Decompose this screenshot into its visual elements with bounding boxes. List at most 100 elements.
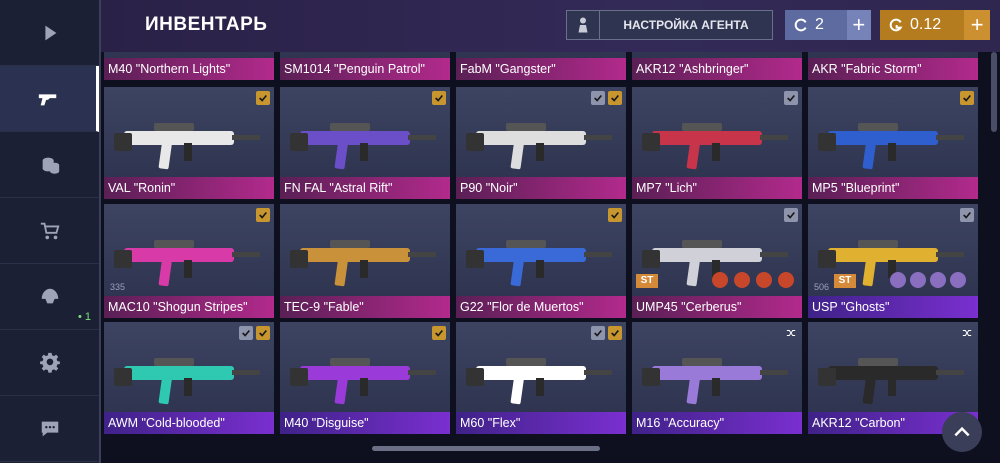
horizontal-scrollbar[interactable] bbox=[372, 446, 600, 451]
weapon-icon bbox=[642, 123, 788, 170]
item-name: TEC-9 "Fable" bbox=[280, 296, 450, 318]
check-icon bbox=[256, 91, 270, 105]
weapon-icon bbox=[290, 358, 436, 405]
item-status-icons bbox=[239, 326, 270, 340]
sidebar-item-shop[interactable] bbox=[0, 198, 99, 264]
scroll-up-button[interactable] bbox=[942, 412, 982, 452]
inventory-item-card[interactable]: AWM "Cold-blooded" bbox=[104, 322, 274, 434]
check-icon bbox=[960, 91, 974, 105]
inventory-item-card[interactable]: UMP45 "Cerberus" ST bbox=[632, 204, 802, 318]
item-name: USP "Ghosts" bbox=[808, 296, 978, 318]
inventory-item-card[interactable]: AKR "Fabric Storm" bbox=[808, 52, 978, 80]
check-icon bbox=[432, 91, 446, 105]
item-image bbox=[280, 322, 450, 412]
inventory-item-card[interactable]: G22 "Flor de Muertos" bbox=[456, 204, 626, 318]
weapon-icon bbox=[642, 358, 788, 405]
item-name: M40 "Northern Lights" bbox=[104, 58, 274, 80]
gun-icon bbox=[38, 93, 57, 105]
inventory-item-card[interactable]: M16 "Accuracy" bbox=[632, 322, 802, 434]
inventory-item-card[interactable]: AKR12 "Ashbringer" bbox=[632, 52, 802, 80]
item-status-icons bbox=[784, 91, 798, 105]
item-count: 506 bbox=[814, 282, 830, 292]
item-image bbox=[456, 87, 626, 177]
inventory-item-card[interactable]: MP5 "Blueprint" bbox=[808, 87, 978, 199]
item-image bbox=[456, 204, 626, 296]
check-icon bbox=[784, 208, 798, 222]
stattrack-badge: ST bbox=[636, 274, 658, 288]
inventory-item-card[interactable]: M60 "Flex" bbox=[456, 322, 626, 434]
sidebar: • 1 bbox=[0, 0, 101, 463]
item-name: FN FAL "Astral Rift" bbox=[280, 177, 450, 199]
item-image bbox=[104, 322, 274, 412]
chat-icon bbox=[41, 421, 58, 436]
weapon-icon bbox=[114, 358, 260, 405]
weapon-icon bbox=[466, 240, 612, 287]
item-status-icons bbox=[608, 208, 622, 222]
check-icon bbox=[960, 208, 974, 222]
item-image bbox=[632, 87, 802, 177]
sticker-icon bbox=[910, 272, 926, 288]
item-status-icons bbox=[256, 208, 270, 222]
sidebar-item-inventory[interactable] bbox=[0, 66, 99, 132]
item-status-icons bbox=[591, 91, 622, 105]
check-icon bbox=[256, 326, 270, 340]
item-status-icons bbox=[784, 208, 798, 222]
scroll-thumb[interactable] bbox=[991, 52, 997, 132]
weapon-icon bbox=[818, 358, 964, 405]
item-image bbox=[280, 87, 450, 177]
sidebar-item-market[interactable] bbox=[0, 132, 99, 198]
add-silver-button[interactable]: + bbox=[846, 10, 871, 40]
inventory-item-card[interactable]: P90 "Noir" bbox=[456, 87, 626, 199]
inventory-item-card[interactable]: MP7 "Lich" bbox=[632, 87, 802, 199]
item-name: AKR "Fabric Storm" bbox=[808, 58, 978, 80]
weapon-icon bbox=[290, 240, 436, 287]
sidebar-item-chat[interactable] bbox=[0, 396, 99, 462]
sidebar-item-clan[interactable]: • 1 bbox=[0, 264, 99, 330]
item-name: M16 "Accuracy" bbox=[632, 412, 802, 434]
item-name: G22 "Flor de Muertos" bbox=[456, 296, 626, 318]
agent-icon bbox=[567, 11, 600, 39]
inventory-item-card[interactable]: FabM "Gangster" bbox=[456, 52, 626, 80]
cart-icon bbox=[40, 222, 59, 239]
item-status-icons bbox=[784, 326, 798, 340]
item-name: MP5 "Blueprint" bbox=[808, 177, 978, 199]
weapon-icon bbox=[466, 123, 612, 170]
item-status-icons bbox=[591, 326, 622, 340]
item-name: MAC10 "Shogun Stripes" bbox=[104, 296, 274, 318]
item-name: AWM "Cold-blooded" bbox=[104, 412, 274, 434]
inventory-item-card[interactable]: VAL "Ronin" bbox=[104, 87, 274, 199]
gold-value: 0.12 bbox=[910, 16, 942, 33]
top-bar: ИНВЕНТАРЬ НАСТРОЙКА АГЕНТА 2 + 0.12 + bbox=[101, 0, 1000, 52]
inventory-item-card[interactable]: MAC10 "Shogun Stripes" 335 bbox=[104, 204, 274, 318]
inventory-item-card[interactable]: M40 "Northern Lights" bbox=[104, 52, 274, 80]
inventory-item-card[interactable]: M40 "Disguise" bbox=[280, 322, 450, 434]
add-gold-button[interactable]: + bbox=[964, 10, 990, 40]
sticker-icon bbox=[734, 272, 750, 288]
check-icon bbox=[239, 326, 253, 340]
sidebar-item-play[interactable] bbox=[0, 0, 99, 66]
inventory-item-card[interactable]: USP "Ghosts" 506 ST bbox=[808, 204, 978, 318]
silver-value: 2 bbox=[815, 16, 824, 33]
item-name: SM1014 "Penguin Patrol" bbox=[280, 58, 450, 80]
vertical-scrollbar[interactable] bbox=[988, 52, 1000, 463]
agent-settings-label: НАСТРОЙКА АГЕНТА bbox=[623, 18, 749, 32]
item-status-icons bbox=[960, 91, 974, 105]
inventory-item-card[interactable]: FN FAL "Astral Rift" bbox=[280, 87, 450, 199]
weapon-icon bbox=[114, 123, 260, 170]
sticker-icon bbox=[890, 272, 906, 288]
sidebar-item-settings[interactable] bbox=[0, 330, 99, 396]
weapon-icon bbox=[466, 358, 612, 405]
gold-currency: 0.12 + bbox=[880, 10, 990, 40]
inventory-grid: M40 "Northern Lights" SM1014 "Penguin Pat… bbox=[104, 52, 986, 463]
item-status-icons bbox=[960, 208, 974, 222]
check-icon bbox=[591, 91, 605, 105]
shuffle-icon bbox=[960, 326, 974, 340]
item-count: 335 bbox=[110, 282, 126, 292]
check-icon bbox=[608, 326, 622, 340]
agent-settings-button[interactable]: НАСТРОЙКА АГЕНТА bbox=[566, 10, 773, 40]
sticker-icon bbox=[950, 272, 966, 288]
helmet-icon bbox=[41, 288, 58, 303]
chevron-up-icon bbox=[954, 426, 970, 437]
inventory-item-card[interactable]: SM1014 "Penguin Patrol" bbox=[280, 52, 450, 80]
inventory-item-card[interactable]: TEC-9 "Fable" bbox=[280, 204, 450, 318]
